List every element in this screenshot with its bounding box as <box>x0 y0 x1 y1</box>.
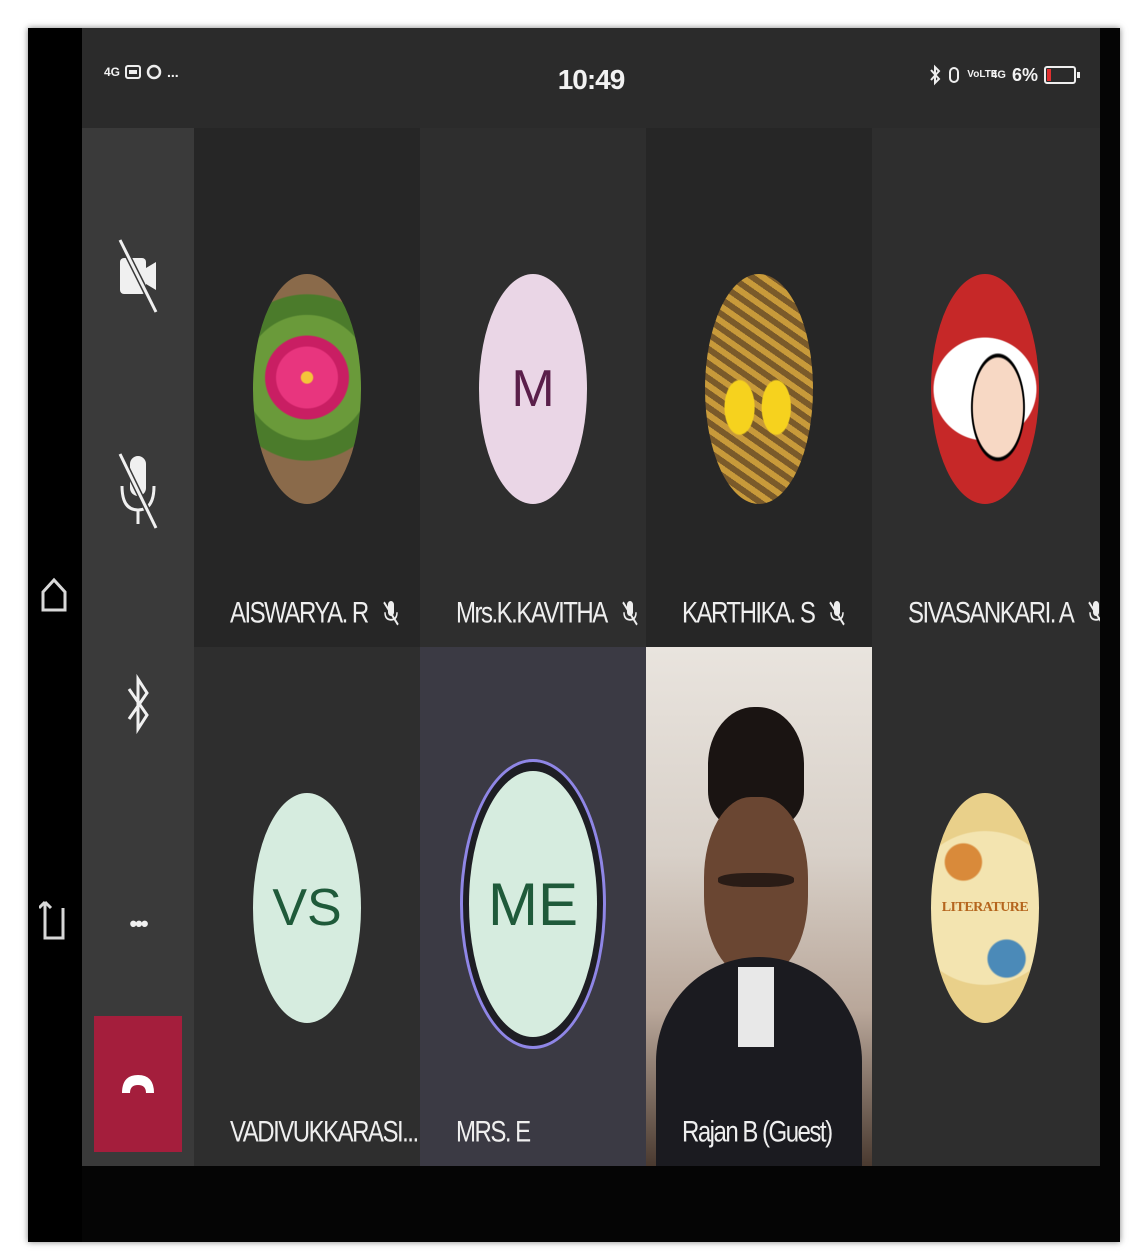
avatar-initials: VS <box>272 879 342 937</box>
participant-name: AISWARYA. R <box>230 596 400 631</box>
participant-tile[interactable]: M Mrs.K.KAVITHA <box>420 128 646 647</box>
participant-name: MRS. E <box>456 1115 531 1149</box>
hangup-icon <box>122 1075 154 1093</box>
participant-name: SIVASANKARI. A <box>908 596 1100 631</box>
avatar <box>931 274 1039 504</box>
home-icon <box>41 577 67 612</box>
network-4g-icon: 4G <box>991 69 1006 81</box>
back-icon <box>39 900 65 940</box>
bluetooth-icon <box>127 673 149 735</box>
avatar: ME <box>460 759 606 1049</box>
avatar <box>705 274 813 504</box>
back-button[interactable] <box>34 900 74 940</box>
participant-tile[interactable]: KARTHIKA. S <box>646 128 872 647</box>
avatar-initials-circle: M <box>479 274 587 504</box>
participant-tile-speaking[interactable]: ME MRS. E <box>420 647 646 1166</box>
avatar: LITERATURE <box>931 793 1039 1023</box>
mic-off-icon <box>383 601 399 626</box>
participant-name: KARTHIKA. S <box>682 596 846 631</box>
avatar-text: LITERATURE <box>941 900 1029 915</box>
home-button[interactable] <box>34 574 74 614</box>
avatar-initials-circle: VS <box>253 793 361 1023</box>
hangup-button[interactable] <box>94 1016 182 1152</box>
battery-percent: 6% <box>1011 64 1038 85</box>
avatar: M <box>479 274 587 504</box>
call-screen: 4G ... 10:49 VoLTE 4G 6% ••• AISWARYA. R… <box>82 28 1100 1166</box>
device-frame: 4G ... 10:49 VoLTE 4G 6% ••• AISWARYA. R… <box>28 28 1120 1242</box>
avatar-flower-photo <box>253 274 361 504</box>
participant-tile[interactable]: LITERATURE <box>872 647 1100 1166</box>
avatar: VS <box>253 793 361 1023</box>
mic-off-icon <box>829 601 846 626</box>
alarm-icon <box>949 67 960 83</box>
camera-off-icon <box>117 238 159 314</box>
participant-tile-video[interactable]: Rajan B (Guest) <box>646 647 872 1166</box>
mic-off-icon <box>1088 601 1100 622</box>
participant-tile[interactable]: VS VADIVUKKARASI... <box>194 647 420 1166</box>
more-icon: ••• <box>129 911 148 936</box>
volte-icon: VoLTE <box>967 69 998 80</box>
camera-toggle-button[interactable] <box>98 236 178 316</box>
participant-tile[interactable]: AISWARYA. R <box>194 128 420 647</box>
participant-name: VADIVUKKARASI... <box>230 1115 420 1150</box>
participant-grid: AISWARYA. R M Mrs.K.KAVITHA KARTHIKA. S … <box>194 128 1100 1166</box>
avatar-initials: ME <box>488 870 578 938</box>
battery-icon <box>1044 66 1080 84</box>
microphone-toggle-button[interactable] <box>98 450 178 530</box>
avatar-initials-circle: ME <box>469 771 597 1037</box>
call-controls-panel: ••• <box>82 128 194 1166</box>
participant-name: Mrs.K.KAVITHA <box>456 596 639 631</box>
more-options-button[interactable]: ••• <box>98 884 178 964</box>
avatar-chicks-photo <box>705 274 813 504</box>
speaking-ring: ME <box>460 759 606 1049</box>
mic-off-icon <box>622 601 638 626</box>
participant-tile[interactable]: SIVASANKARI. A <box>872 128 1100 647</box>
mic-off-icon <box>117 452 159 530</box>
bluetooth-audio-button[interactable] <box>98 664 178 744</box>
avatar-cartoon-photo <box>931 274 1039 504</box>
participant-name: Rajan B (Guest) <box>682 1115 833 1149</box>
status-right-indicators: VoLTE 4G 6% <box>929 64 1080 86</box>
video-feed <box>646 647 872 1166</box>
system-nav-bar <box>28 28 82 1242</box>
avatar <box>253 274 361 504</box>
avatar-literature-photo: LITERATURE <box>931 793 1039 1023</box>
bluetooth-status-icon <box>930 64 941 86</box>
status-bar: 4G ... 10:49 VoLTE 4G 6% <box>82 28 1100 128</box>
avatar-initials: M <box>511 360 555 418</box>
